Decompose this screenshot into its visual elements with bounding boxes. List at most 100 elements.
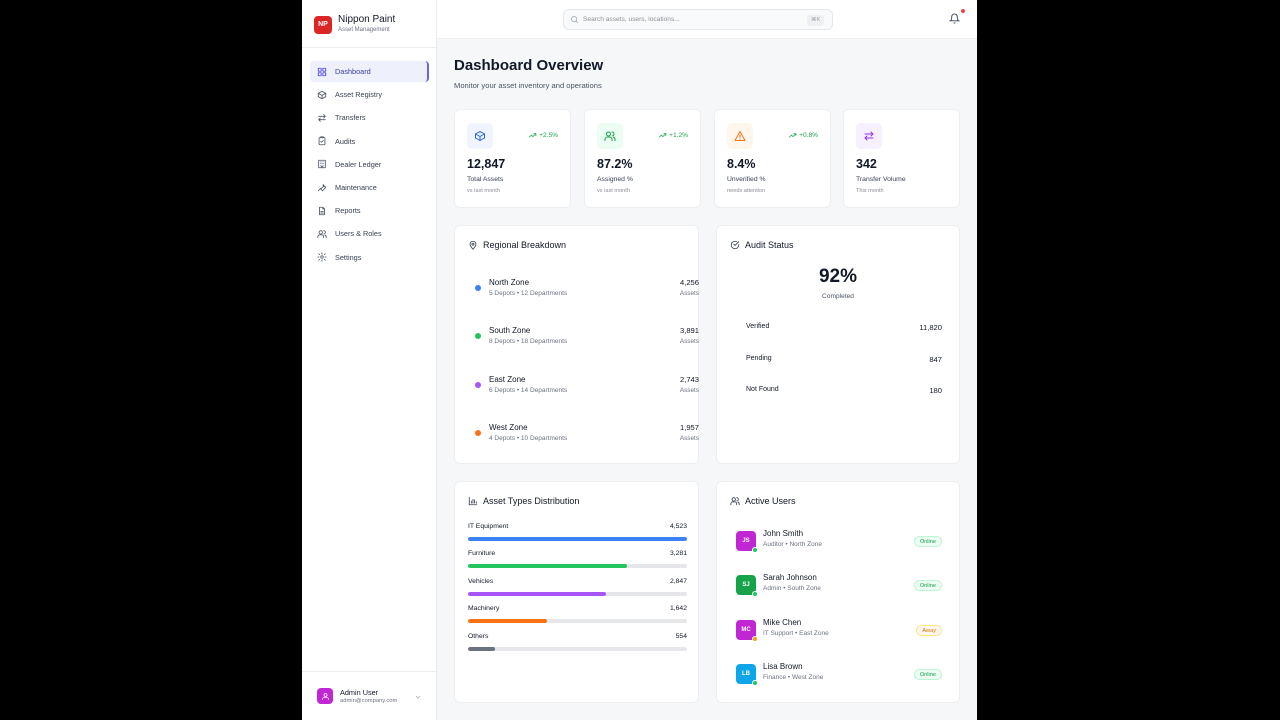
audit-row-not-found: Not Found 180: [746, 386, 942, 395]
stat-card-total-assets[interactable]: +2.5% 12,847 Total Assets vs last month: [454, 109, 571, 208]
list-item[interactable]: East Zone 6 Depots • 14 Departments 2,74…: [475, 373, 699, 403]
avatar: [317, 688, 333, 704]
status-badge: Away: [916, 624, 942, 636]
user-name: Lisa Brown: [763, 661, 803, 671]
zone-name: West Zone: [489, 423, 528, 432]
user-profile-menu[interactable]: Admin User admin@company.com: [302, 671, 436, 720]
list-item[interactable]: West Zone 4 Depots • 10 Departments 1,95…: [475, 421, 699, 451]
status-dot: [752, 547, 758, 553]
sidebar-item-maintenance[interactable]: Maintenance: [310, 177, 429, 198]
list-item[interactable]: SJ Sarah Johnson Admin • South Zone Online: [736, 572, 942, 602]
sidebar-nav: Dashboard Asset Registry Transfers Audit…: [310, 61, 429, 270]
sidebar-item-audits[interactable]: Audits: [310, 131, 429, 152]
bell-icon[interactable]: [949, 13, 960, 24]
list-item[interactable]: North Zone 5 Depots • 12 Departments 4,2…: [475, 276, 699, 306]
list-item: IT Equipment 4,523: [468, 523, 687, 549]
trend-indicator: +1.2%: [658, 131, 688, 140]
topbar: Search assets, users, locations... ⌘K: [437, 0, 977, 39]
divider: [302, 47, 436, 48]
sidebar-item-users-roles[interactable]: Users & Roles: [310, 223, 429, 244]
list-item: Furniture 3,281: [468, 550, 687, 576]
sidebar-item-label: Asset Registry: [335, 90, 383, 100]
zone-unit: Assets: [679, 290, 699, 297]
chevron-down-icon[interactable]: [414, 693, 422, 701]
card-title-text: Active Users: [745, 496, 796, 506]
brand-subtitle: Asset Management: [338, 27, 390, 33]
card-title: Active Users: [730, 496, 796, 506]
zone-name: East Zone: [489, 375, 526, 384]
sidebar-item-label: Maintenance: [335, 182, 377, 192]
audit-row-value: 847: [929, 355, 942, 364]
sidebar-item-transfers[interactable]: Transfers: [310, 107, 429, 128]
status-dot: [752, 635, 758, 642]
list-item[interactable]: MC Mike Chen IT Support • East Zone Away: [736, 617, 942, 647]
list-item[interactable]: JS John Smith Auditor • North Zone Online: [736, 528, 942, 558]
stat-card-transfer-volume[interactable]: 342 Transfer Volume This month: [843, 109, 960, 208]
users-icon: [730, 497, 740, 506]
stat-card-unverified[interactable]: +0.8% 8.4% Unverified % needs attention: [714, 109, 831, 208]
list-item: Vehicles 2,847: [468, 578, 687, 604]
audit-row-pending: Pending 847: [746, 355, 942, 364]
sidebar-item-asset-registry[interactable]: Asset Registry: [310, 84, 429, 105]
stat-note: needs attention: [727, 188, 766, 194]
status-dot: [752, 591, 758, 598]
user-icon: [321, 692, 329, 700]
check-circle-icon: [730, 240, 740, 250]
search-input[interactable]: Search assets, users, locations... ⌘K: [563, 9, 833, 30]
arrows-icon: [318, 114, 326, 122]
brand-name: Nippon Paint: [338, 14, 396, 25]
sidebar-item-label: Users & Roles: [335, 229, 382, 239]
sidebar-item-label: Transfers: [335, 113, 366, 123]
gear-icon: [317, 252, 327, 262]
asset-type-label: Vehicles: [468, 577, 494, 585]
sidebar-item-settings[interactable]: Settings: [310, 247, 429, 268]
trending-up-icon: [528, 133, 537, 138]
trend-value: +2.5%: [539, 132, 558, 139]
user-name: Mike Chen: [763, 617, 802, 627]
sidebar-item-dealer-ledger[interactable]: Dealer Ledger: [310, 154, 429, 175]
sidebar-item-label: Audits: [335, 136, 356, 146]
audit-row-value: 180: [929, 386, 942, 395]
list-item[interactable]: LB Lisa Brown Finance • West Zone Online: [736, 661, 942, 691]
zone-value: 1,957: [679, 423, 699, 432]
users-icon: [317, 230, 327, 238]
brand[interactable]: NP Nippon Paint Asset Management: [314, 14, 395, 35]
list-item: Others 554: [468, 633, 687, 659]
regional-breakdown-card: Regional Breakdown North Zone 5 Depots •…: [454, 225, 699, 464]
sidebar-item-reports[interactable]: Reports: [310, 200, 429, 221]
asset-type-value: 4,523: [669, 523, 687, 530]
list-item: Machinery 1,642: [468, 605, 687, 631]
status-badge: Online: [913, 668, 942, 680]
zone-detail: 4 Depots • 10 Departments: [489, 435, 568, 442]
keyboard-shortcut: ⌘K: [807, 15, 825, 26]
stat-card-assigned[interactable]: +1.2% 87.2% Assigned % vs last month: [584, 109, 701, 208]
trending-up-icon: [658, 133, 667, 138]
user-role: IT Support • East Zone: [763, 629, 829, 637]
grid-icon: [317, 67, 327, 76]
asset-type-value: 554: [675, 632, 687, 640]
card-title-text: Asset Types Distribution: [483, 496, 580, 506]
sidebar-item-label: Reports: [335, 206, 361, 216]
audit-row-label: Verified: [746, 323, 770, 330]
user-name: John Smith: [763, 529, 804, 538]
stat-note: vs last month: [597, 188, 630, 194]
zone-color-dot: [475, 430, 481, 436]
sidebar-item-label: Dealer Ledger: [335, 159, 382, 169]
asset-type-value: 1,642: [669, 605, 687, 613]
stat-label: Total Assets: [467, 176, 504, 183]
list-item[interactable]: South Zone 8 Depots • 18 Departments 3,8…: [475, 324, 699, 354]
asset-type-label: Others: [468, 632, 489, 640]
sidebar-item-label: Settings: [335, 252, 362, 262]
audit-percent: 92%: [818, 266, 858, 287]
status-badge: Online: [913, 580, 942, 592]
progress-track: [468, 591, 687, 596]
sidebar-item-dashboard[interactable]: Dashboard: [310, 61, 429, 82]
audit-row-label: Not Found: [746, 386, 779, 393]
zone-color-dot: [475, 382, 481, 388]
audit-percent-label: Completed: [822, 293, 854, 300]
progress-track: [468, 646, 687, 651]
stat-value: 12,847: [467, 157, 506, 171]
stat-value: 342: [856, 157, 877, 171]
trending-up-icon: [788, 133, 797, 138]
user-name: Sarah Johnson: [763, 573, 817, 583]
